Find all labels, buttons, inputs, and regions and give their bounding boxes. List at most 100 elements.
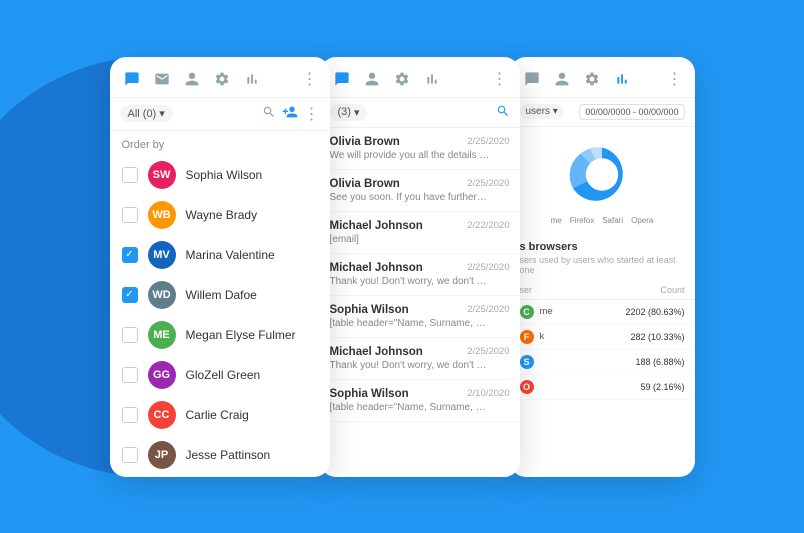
contact-checkbox[interactable] xyxy=(122,287,138,303)
panel2-more-icon[interactable]: ⋮ xyxy=(492,69,508,89)
contact-checkbox[interactable] xyxy=(122,407,138,423)
contact-checkbox[interactable] xyxy=(122,327,138,343)
filter-chevron: ▾ xyxy=(159,107,165,120)
contact-item[interactable]: MJMichael Johnson xyxy=(110,475,330,477)
message-sender: Michael Johnson xyxy=(330,220,423,232)
message-date: 2/22/2020 xyxy=(467,220,509,231)
contact-name: Wayne Brady xyxy=(186,208,258,222)
panels-container: ⋮ All (0) ▾ ⋮ Order by SWSophia WilsonWB… xyxy=(110,57,695,477)
contact-item[interactable]: WD Willem Dafoe xyxy=(110,275,330,315)
date-range[interactable]: 00/00/0000 - 00/00/000 xyxy=(579,104,684,120)
browser-icon: O xyxy=(520,380,534,394)
message-item[interactable]: Michael Johnson 2/22/2020 [email] xyxy=(320,212,520,254)
contact-name: Willem Dafoe xyxy=(186,288,257,302)
panel2-chat-icon[interactable] xyxy=(332,69,352,89)
contact-avatar: JP xyxy=(148,441,176,469)
browser-row: Fk282 (10.33%) xyxy=(510,325,695,350)
users-filter[interactable]: users ▾ xyxy=(520,104,564,119)
message-item[interactable]: Sophia Wilson2/10/2020[table header="Nam… xyxy=(320,380,520,422)
message-preview: [table header="Name, Surname, Email" xyxy=(330,402,490,413)
contacts-list: SWSophia Wilson WB Wayne Brady MV Marina Val… xyxy=(110,155,330,477)
panel2-filter-badge[interactable]: (3) ▾ xyxy=(330,104,368,121)
browser-table-header: ser Count xyxy=(510,281,695,300)
browser-name: k xyxy=(540,331,545,342)
message-preview: Thank you! Don't worry, we don't do sp..… xyxy=(330,360,490,371)
more-menu-icon[interactable]: ⋮ xyxy=(302,69,318,89)
contact-avatar: WB xyxy=(148,201,176,229)
pie-chart xyxy=(557,137,647,212)
search-button[interactable] xyxy=(262,105,276,122)
contact-name: Carlie Craig xyxy=(186,408,249,422)
contact-item[interactable]: CC Carlie Craig xyxy=(110,395,330,435)
browser-name: me xyxy=(540,306,553,317)
contact-item[interactable]: JPJesse Pattinson xyxy=(110,435,330,475)
contact-avatar: MV xyxy=(148,241,176,269)
contacts-panel: ⋮ All (0) ▾ ⋮ Order by SWSophia WilsonWB… xyxy=(110,57,330,477)
message-item[interactable]: Olivia Brown2/25/2020See you soon. If yo… xyxy=(320,170,520,212)
panel3-person-icon[interactable] xyxy=(552,69,572,89)
pie-chart-section: me Firefox Safari Opera xyxy=(510,127,695,235)
contact-item[interactable]: GGGloZell Green xyxy=(110,355,330,395)
contact-checkbox[interactable] xyxy=(122,447,138,463)
message-date: 2/10/2020 xyxy=(467,388,509,399)
browser-col2-header: Count xyxy=(660,285,684,295)
panel3-settings-icon[interactable] xyxy=(582,69,602,89)
person-icon[interactable] xyxy=(182,69,202,89)
contact-avatar: CC xyxy=(148,401,176,429)
contact-item[interactable]: MEMegan Elyse Fulmer xyxy=(110,315,330,355)
panel3-toolbar: ⋮ xyxy=(510,57,695,98)
chat-icon[interactable] xyxy=(122,69,142,89)
message-icon[interactable] xyxy=(152,69,172,89)
panel3-analytics-icon[interactable] xyxy=(612,69,632,89)
contact-avatar: SW xyxy=(148,161,176,189)
settings-icon[interactable] xyxy=(212,69,232,89)
panel3-more-icon[interactable]: ⋮ xyxy=(667,69,683,89)
messages-panel: ⋮ (3) ▾ Olivia Brown2/25/2020We will pro… xyxy=(320,57,520,477)
message-preview: [email] xyxy=(330,234,490,245)
message-sender: Sophia Wilson xyxy=(330,304,409,316)
contact-item[interactable]: WB Wayne Brady xyxy=(110,195,330,235)
contact-name: Marina Valentine xyxy=(186,248,275,262)
add-person-button[interactable] xyxy=(282,104,298,124)
panel3-chat-icon[interactable] xyxy=(522,69,542,89)
message-date: 2/25/2020 xyxy=(467,304,509,315)
message-sender: Michael Johnson xyxy=(330,262,423,274)
browser-row: O 59 (2.16%) xyxy=(510,375,695,400)
panel2-toolbar: ⋮ xyxy=(320,57,520,98)
contact-item[interactable]: MV Marina Valentine xyxy=(110,235,330,275)
filter-badge[interactable]: All (0) ▾ xyxy=(120,105,173,122)
browser-row: Cme2202 (80.63%) xyxy=(510,300,695,325)
message-item[interactable]: Michael Johnson2/25/2020Thank you! Don't… xyxy=(320,338,520,380)
panel2-search-row: (3) ▾ xyxy=(320,98,520,128)
browser-icon: F xyxy=(520,330,534,344)
message-sender: Michael Johnson xyxy=(330,346,423,358)
contact-checkbox[interactable] xyxy=(122,167,138,183)
contact-checkbox[interactable] xyxy=(122,367,138,383)
contact-checkbox[interactable] xyxy=(122,207,138,223)
message-preview: [table header="Name, Surname, Email" xyxy=(330,318,490,329)
browser-count: 188 (6.88%) xyxy=(635,357,684,367)
message-preview: See you soon. If you have further ques..… xyxy=(330,192,490,203)
message-item[interactable]: Sophia Wilson 2/25/2020 [table header="Nam… xyxy=(320,296,520,338)
contact-checkbox[interactable] xyxy=(122,247,138,263)
panel2-analytics-icon[interactable] xyxy=(422,69,442,89)
contact-avatar: WD xyxy=(148,281,176,309)
pie-label-3: Opera xyxy=(631,216,653,225)
panel2-filter-label: (3) xyxy=(338,106,351,118)
message-preview: Thank you! Don't worry, we don't do sp..… xyxy=(330,276,490,287)
messages-list: Olivia Brown2/25/2020We will provide you… xyxy=(320,128,520,422)
message-date: 2/25/2020 xyxy=(467,178,509,189)
contact-item[interactable]: SWSophia Wilson xyxy=(110,155,330,195)
search-more-icon[interactable]: ⋮ xyxy=(304,104,320,124)
browser-count: 59 (2.16%) xyxy=(640,382,684,392)
message-item[interactable]: Olivia Brown2/25/2020We will provide you… xyxy=(320,128,520,170)
message-item[interactable]: Michael Johnson2/25/2020Thank you! Don't… xyxy=(320,254,520,296)
panel2-search-button[interactable] xyxy=(496,104,510,121)
analytics-icon[interactable] xyxy=(242,69,262,89)
browser-row: S188 (6.88%) xyxy=(510,350,695,375)
panel2-person-icon[interactable] xyxy=(362,69,382,89)
panel2-settings-icon[interactable] xyxy=(392,69,412,89)
pie-label-2: Safari xyxy=(602,216,623,225)
pie-label-0: me xyxy=(551,216,562,225)
contact-avatar: GG xyxy=(148,361,176,389)
